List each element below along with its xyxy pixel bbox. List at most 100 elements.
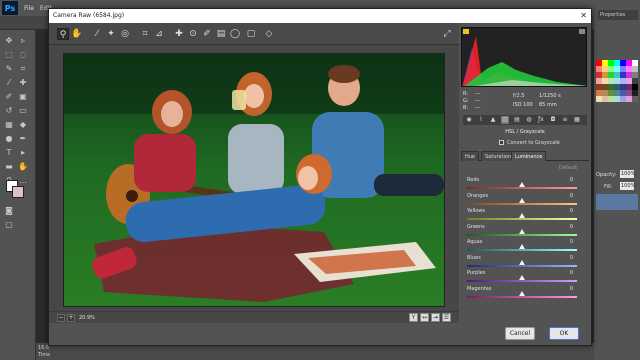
camera-calibration-icon[interactable]: ◘ (549, 116, 557, 124)
slider-purples[interactable]: Purples 0 (467, 270, 587, 286)
graduated-filter-icon[interactable]: ▤ (215, 28, 227, 40)
presets-icon[interactable]: ≡ (561, 116, 569, 124)
dodge-tool-icon[interactable]: ● (4, 134, 14, 144)
split-toning-icon[interactable]: ▤ (513, 116, 521, 124)
marquee-tool-icon[interactable]: ⬚ (4, 50, 14, 60)
fill-field[interactable]: 100% (620, 182, 635, 190)
effects-panel-icon[interactable]: ƒx (537, 116, 545, 124)
adjustment-brush-icon[interactable]: ✐ (201, 28, 213, 40)
snapshots-icon[interactable]: ▦ (573, 116, 581, 124)
spot-removal-tool-icon[interactable]: ✚ (173, 28, 185, 40)
ok-button[interactable]: OK (549, 327, 579, 340)
path-select-icon[interactable]: ▸ (18, 148, 28, 158)
tab-luminance[interactable]: Luminance (511, 151, 547, 161)
status-timeline-fragment[interactable]: Time (38, 352, 50, 358)
slider-thumb-icon[interactable] (519, 197, 525, 203)
convert-to-grayscale[interactable]: Convert to Grayscale (499, 139, 560, 147)
hsl-panel-icon[interactable]: ▥ (501, 116, 509, 124)
slider-track[interactable] (467, 218, 577, 220)
quick-select-icon[interactable]: ✎ (4, 64, 14, 74)
zoom-in-button[interactable]: + (67, 314, 75, 322)
lens-corrections-icon[interactable]: ◍ (525, 116, 533, 124)
slider-aquas[interactable]: Aquas 0 (467, 239, 587, 255)
history-brush-icon[interactable]: ↺ (4, 106, 14, 116)
cancel-button[interactable]: Cancel (505, 327, 535, 340)
opacity-field[interactable]: 100% (620, 170, 635, 178)
zoom-tool-icon[interactable]: ⚲ (57, 28, 69, 40)
slider-oranges[interactable]: Oranges 0 (467, 193, 587, 209)
crop-tool-icon[interactable]: ⌗ (139, 28, 151, 40)
slider-track[interactable] (467, 233, 577, 236)
right-panel-tab[interactable]: Properties (598, 10, 638, 20)
swap-before-after-icon[interactable]: ↔ (420, 313, 429, 322)
background-color-swatch[interactable] (12, 186, 24, 198)
slider-track[interactable] (467, 295, 577, 298)
menu-file[interactable]: File (24, 5, 34, 12)
slider-track[interactable] (467, 264, 577, 267)
type-tool-icon[interactable]: T (4, 148, 14, 158)
slider-thumb-icon[interactable] (519, 290, 525, 296)
screen-mode-icon[interactable]: ▢ (4, 220, 14, 230)
slider-track[interactable] (467, 187, 577, 189)
brush-tool-icon[interactable]: ✐ (4, 92, 14, 102)
slider-value[interactable]: 0 (570, 208, 573, 214)
slider-blues[interactable]: Blues 0 (467, 255, 587, 271)
default-link[interactable]: Default (559, 165, 577, 171)
straighten-tool-icon[interactable]: ⊿ (153, 28, 165, 40)
slider-yellows[interactable]: Yellows 0 (467, 208, 587, 224)
eraser-tool-icon[interactable]: ▭ (18, 106, 28, 116)
hand-tool-icon[interactable]: ✋ (18, 162, 28, 172)
quick-mask-icon[interactable]: ◙ (4, 206, 14, 216)
shape-tool-icon[interactable]: ▬ (4, 162, 14, 172)
pen-tool-icon[interactable]: ✒ (18, 134, 28, 144)
healing-tool-icon[interactable]: ✚ (18, 78, 28, 88)
crop-tool-icon[interactable]: ⌗ (18, 64, 28, 74)
slider-track[interactable] (467, 280, 577, 282)
lasso-tool-icon[interactable]: ◌ (18, 50, 28, 60)
slider-value[interactable]: 0 (570, 177, 573, 183)
slider-value[interactable]: 0 (570, 270, 573, 276)
copy-settings-icon[interactable]: ⇥ (431, 313, 440, 322)
tab-hue[interactable]: Hue (461, 151, 480, 161)
stamp-tool-icon[interactable]: ▣ (18, 92, 28, 102)
slider-track[interactable] (467, 202, 577, 205)
hand-tool-icon[interactable]: ✋ (71, 28, 83, 40)
more-tools-icon[interactable]: … (18, 176, 28, 186)
slider-value[interactable]: 0 (570, 239, 573, 245)
slider-value[interactable]: 0 (570, 224, 573, 230)
gradient-tool-icon[interactable]: ▦ (4, 120, 14, 130)
swatch[interactable] (632, 96, 638, 102)
shadow-clipping-icon[interactable] (463, 29, 469, 34)
photo-preview[interactable] (63, 53, 445, 307)
artboard-tool-icon[interactable]: ▹ (18, 36, 28, 46)
eyedropper-tool-icon[interactable]: ⁄ (4, 78, 14, 88)
close-icon[interactable]: ✕ (580, 9, 587, 23)
highlight-clipping-icon[interactable] (579, 29, 585, 34)
slider-thumb-icon[interactable] (519, 213, 525, 218)
detail-panel-icon[interactable]: ▲ (489, 116, 497, 124)
zoom-out-button[interactable]: − (57, 314, 65, 322)
red-eye-tool-icon[interactable]: ⊙ (187, 28, 199, 40)
zoom-level[interactable]: 20.9% (79, 312, 95, 324)
slider-value[interactable]: 0 (570, 286, 573, 292)
slider-thumb-icon[interactable] (519, 275, 525, 280)
radial-filter-icon[interactable]: ◯ (229, 28, 241, 40)
selected-layer-row[interactable] (596, 194, 638, 210)
color-sampler-tool-icon[interactable]: ✦ (105, 28, 117, 40)
rotate-icon[interactable]: ◇ (263, 28, 275, 40)
preferences-icon[interactable]: ▢ (245, 28, 257, 40)
tab-saturation[interactable]: Saturation (481, 151, 516, 161)
before-after-toggle-icon[interactable]: Y (409, 313, 418, 322)
white-balance-tool-icon[interactable]: ⁄ (91, 28, 103, 40)
fullscreen-icon[interactable]: ⤢ (441, 28, 453, 40)
basic-panel-icon[interactable]: ◉ (465, 116, 473, 124)
tone-curve-icon[interactable]: ⌇ (477, 116, 485, 124)
slider-thumb-icon[interactable] (519, 244, 525, 249)
checkbox-icon[interactable] (499, 140, 504, 145)
slider-magentas[interactable]: Magentas 0 (467, 286, 587, 302)
slider-thumb-icon[interactable] (519, 182, 525, 187)
swatches-panel[interactable] (596, 60, 638, 104)
slider-reds[interactable]: Reds 0 (467, 177, 587, 193)
targeted-adjustment-tool-icon[interactable]: ◎ (119, 28, 131, 40)
preview-prefs-icon[interactable]: ☰ (442, 313, 451, 322)
